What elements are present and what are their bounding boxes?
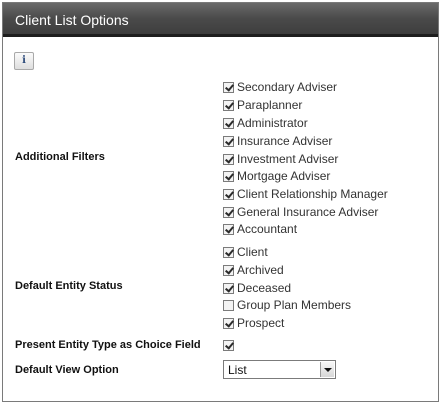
filter-client-relationship-manager[interactable]: Client Relationship Manager [223, 186, 388, 202]
filter-insurance-adviser[interactable]: Insurance Adviser [223, 133, 332, 149]
filter-paraplanner[interactable]: Paraplanner [223, 97, 302, 113]
additional-filters-label: Additional Filters [15, 151, 105, 163]
filter-mortgage-adviser[interactable]: Mortgage Adviser [223, 168, 330, 184]
filter-administrator[interactable]: Administrator [223, 115, 308, 131]
default-view-option-label: Default View Option [15, 364, 119, 376]
chevron-down-icon[interactable] [320, 362, 334, 377]
checkbox[interactable] [223, 206, 234, 218]
checkbox-label: Archived [237, 263, 284, 277]
present-entity-type-checkbox-row[interactable] [223, 337, 237, 353]
checkbox[interactable] [223, 339, 234, 351]
checkbox-label: Investment Adviser [237, 152, 339, 166]
checkbox-label: Paraplanner [237, 98, 303, 112]
checkbox-label: Client [237, 245, 268, 259]
checkbox[interactable] [223, 299, 234, 311]
checkbox-label: Accountant [237, 222, 298, 236]
status-client[interactable]: Client [223, 244, 268, 260]
checkbox[interactable] [223, 135, 234, 147]
checkbox-label: Group Plan Members [237, 298, 352, 312]
status-archived[interactable]: Archived [223, 262, 284, 278]
checkbox-label: Client Relationship Manager [237, 187, 388, 201]
checkbox-label: Prospect [237, 316, 285, 330]
checkbox[interactable] [223, 153, 234, 165]
panel-title: Client List Options [3, 3, 438, 37]
checkbox-label: Administrator [237, 116, 308, 130]
status-group-plan-members[interactable]: Group Plan Members [223, 297, 351, 313]
filter-general-insurance-adviser[interactable]: General Insurance Adviser [223, 204, 378, 220]
checkbox[interactable] [223, 223, 234, 235]
checkbox[interactable] [223, 188, 234, 200]
present-entity-type-label: Present Entity Type as Choice Field [15, 339, 201, 351]
checkbox[interactable] [223, 317, 234, 329]
default-view-select[interactable]: List [223, 360, 336, 379]
default-entity-status-label: Default Entity Status [15, 280, 123, 292]
status-prospect[interactable]: Prospect [223, 315, 284, 331]
select-value: List [228, 363, 247, 377]
checkbox-label: Mortgage Adviser [237, 169, 331, 183]
filter-secondary-adviser[interactable]: Secondary Adviser [223, 79, 337, 95]
checkbox[interactable] [223, 264, 234, 276]
checkbox[interactable] [223, 81, 234, 93]
checkbox[interactable] [223, 282, 234, 294]
checkbox[interactable] [223, 117, 234, 129]
filter-investment-adviser[interactable]: Investment Adviser [223, 151, 338, 167]
status-deceased[interactable]: Deceased [223, 280, 291, 296]
checkbox[interactable] [223, 246, 234, 258]
info-icon[interactable]: i [14, 52, 34, 70]
checkbox[interactable] [223, 170, 234, 182]
checkbox-label: Secondary Adviser [237, 80, 338, 94]
checkbox-label: General Insurance Adviser [237, 205, 379, 219]
checkbox-label: Insurance Adviser [237, 134, 333, 148]
filter-accountant[interactable]: Accountant [223, 221, 297, 237]
checkbox-label: Deceased [237, 281, 292, 295]
checkbox[interactable] [223, 99, 234, 111]
